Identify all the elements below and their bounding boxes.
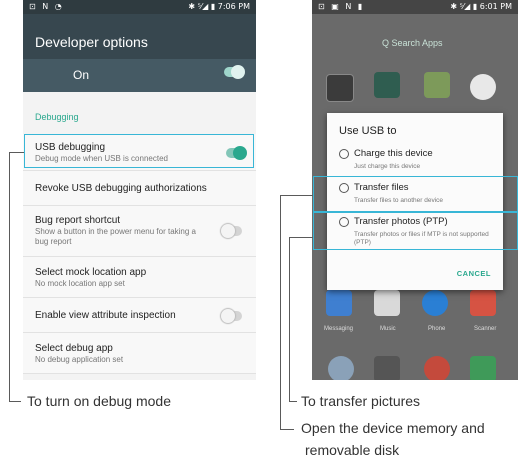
music-icon[interactable] [374, 290, 400, 316]
caption-removable-disk: removable disk [305, 442, 400, 458]
transfer-photos-highlight [313, 212, 518, 250]
app-label: Messaging [324, 326, 354, 332]
callout-line [9, 401, 21, 402]
setting-title: Select debug app [35, 343, 113, 354]
master-switch-bar[interactable] [23, 59, 256, 92]
setting-title: Select mock location app [35, 267, 147, 278]
dialog-title: Use USB to [339, 125, 397, 137]
caption-debug-mode: To turn on debug mode [27, 393, 171, 409]
option-subtitle: Just charge this device [354, 163, 421, 170]
developer-options-screen: ⊡ N ◔ ✱ ⁵⁄◢ ▮ 7:06 PM Developer options … [23, 0, 256, 380]
option-title: Charge this device [354, 148, 433, 159]
callout-line [280, 195, 313, 196]
page-title: Developer options [35, 34, 148, 50]
setting-row-revoke-usb[interactable]: Revoke USB debugging authorizations [23, 171, 256, 206]
setting-row-debug-app[interactable]: Select debug app No debug application se… [23, 333, 256, 374]
setting-title: Enable view attribute inspection [35, 310, 176, 321]
caption-transfer-pictures: To transfer pictures [301, 393, 421, 409]
callout-line [289, 237, 290, 402]
setting-title: Revoke USB debugging authorizations [35, 183, 207, 194]
transfer-files-highlight [313, 176, 518, 212]
section-header-debugging: Debugging [35, 112, 79, 122]
setting-subtitle: No debug application set [35, 355, 124, 364]
app-icon[interactable] [374, 72, 400, 98]
setting-row-mock-location[interactable]: Select mock location app No mock locatio… [23, 257, 256, 298]
status-icons: ⊡ N ◔ [29, 2, 64, 11]
callout-line [280, 195, 281, 430]
settings-icon[interactable] [374, 356, 400, 380]
status-bar: ⊡ N ◔ ✱ ⁵⁄◢ ▮ 7:06 PM [23, 0, 256, 14]
master-toggle[interactable] [224, 65, 245, 79]
app-icon[interactable] [328, 356, 354, 380]
radio-icon[interactable] [339, 149, 349, 159]
messaging-icon[interactable] [326, 290, 352, 316]
search-apps-label[interactable]: Q Search Apps [382, 38, 443, 48]
master-switch-label: On [73, 68, 90, 82]
scanner-icon[interactable] [470, 290, 496, 316]
setting-row-view-attribute[interactable]: Enable view attribute inspection [23, 298, 256, 333]
camera-icon[interactable] [470, 74, 496, 100]
app-icon[interactable] [326, 74, 354, 102]
app-icon[interactable] [424, 72, 450, 98]
bug-report-toggle[interactable] [221, 224, 242, 238]
status-clock: ✱ ⁵⁄◢ ▮ 6:01 PM [450, 2, 512, 11]
callout-line [280, 429, 294, 430]
callout-line [289, 237, 313, 238]
callout-line [9, 152, 10, 402]
cancel-button[interactable]: CANCEL [457, 269, 491, 278]
caption-device-memory: Open the device memory and [301, 420, 485, 436]
callout-line [289, 401, 297, 402]
view-attribute-toggle[interactable] [221, 309, 242, 323]
phone-icon[interactable] [422, 290, 448, 316]
setting-title: Bug report shortcut [35, 215, 121, 226]
callout-line [9, 152, 24, 153]
play-store-icon[interactable] [470, 356, 496, 380]
app-label: Scanner [474, 326, 497, 332]
usb-debugging-highlight [24, 134, 254, 168]
app-icon[interactable] [424, 356, 450, 380]
app-label: Music [380, 326, 396, 332]
setting-subtitle: Show a button in the power menu for taki… [35, 227, 196, 246]
status-clock: ✱ ⁵⁄◢ ▮ 7:06 PM [188, 2, 250, 11]
setting-subtitle: No mock location app set [35, 279, 125, 288]
setting-row-bug-report[interactable]: Bug report shortcut Show a button in the… [23, 206, 256, 257]
status-icons: ⊡ ▣ N ▮ [318, 2, 365, 11]
app-label: Phone [428, 326, 446, 332]
status-bar: ⊡ ▣ N ▮ ✱ ⁵⁄◢ ▮ 6:01 PM [312, 0, 518, 14]
